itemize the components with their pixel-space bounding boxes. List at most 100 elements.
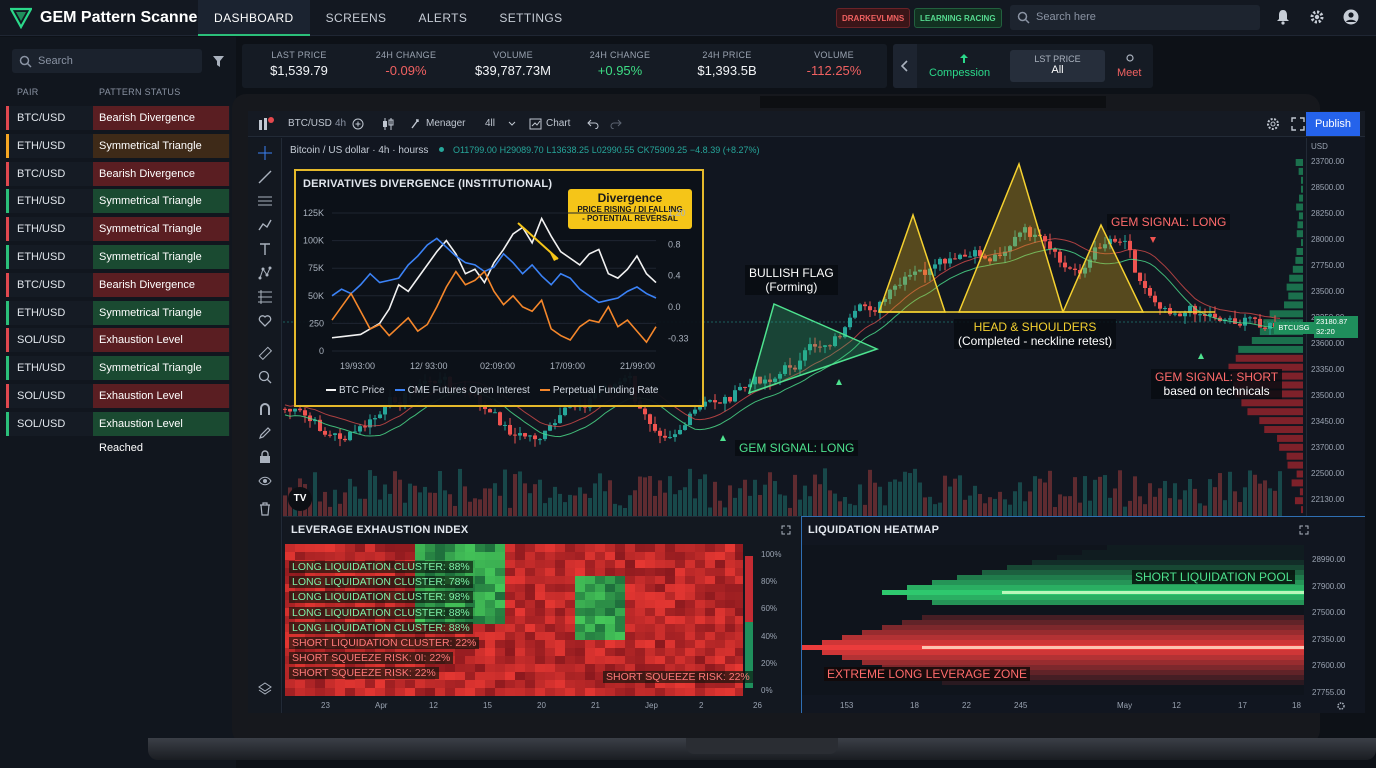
pattern-row[interactable]: SOL/USD Exhaustion Level Reached — [6, 384, 230, 408]
nav-settings[interactable]: SETTINGS — [483, 0, 578, 36]
volume-bar — [343, 492, 347, 516]
heat-cell — [595, 592, 605, 600]
heat-cell — [415, 544, 425, 552]
user-avatar-icon[interactable] — [1343, 9, 1359, 25]
last-price-toggle[interactable]: LST PRICE All — [1010, 50, 1105, 82]
text-icon[interactable] — [258, 242, 272, 256]
publish-button[interactable]: Publish — [1306, 112, 1360, 136]
pattern-status-badge: Bearish Divergence — [93, 106, 229, 130]
candle — [348, 432, 352, 440]
heat-cell — [515, 592, 525, 600]
heat-cell — [685, 592, 695, 600]
heat-cell — [625, 632, 635, 640]
redo-icon[interactable] — [610, 119, 622, 129]
collapse-button[interactable] — [893, 44, 917, 88]
compare-icon[interactable] — [352, 118, 364, 130]
pattern-row[interactable]: BTC/USD Bearish Divergence — [6, 162, 230, 186]
volume-bar — [728, 485, 732, 516]
manager-button[interactable]: Menager — [426, 118, 465, 129]
pattern-row[interactable]: BTC/USD Bearish Divergence — [6, 273, 230, 297]
crosshair-icon[interactable] — [258, 146, 272, 160]
zoom-icon[interactable] — [258, 370, 272, 384]
candle — [873, 310, 877, 312]
candle — [338, 433, 342, 439]
lock-icon[interactable] — [258, 450, 272, 464]
trendline-icon[interactable] — [258, 170, 272, 184]
heat-cell — [545, 624, 555, 632]
stat-cell: 24H CHANGE +0.95% — [565, 50, 675, 78]
candle — [1068, 267, 1072, 268]
pair-label: ETH/USD — [17, 195, 65, 207]
pattern-row[interactable]: ETH/USD Symmetrical Triangle — [6, 189, 230, 213]
heat-cell — [565, 600, 575, 608]
interval-label[interactable]: 4h — [335, 118, 346, 129]
heat-cell — [675, 640, 685, 648]
x-tick: 21/99:00 — [620, 361, 655, 371]
bell-icon[interactable] — [1276, 9, 1290, 25]
filter-icon[interactable] — [213, 56, 224, 67]
volume-profile-bar — [1279, 444, 1303, 451]
sidebar-search-input[interactable]: Search — [12, 49, 202, 73]
pattern-row[interactable]: ETH/USD Symmetrical Triangle — [6, 301, 230, 325]
heat-cell — [615, 576, 625, 584]
heart-icon[interactable] — [258, 314, 272, 328]
leverage-exhaustion-panel[interactable]: LEVERAGE EXHAUSTION INDEX 100% 80% 60% 40% 2… — [283, 516, 800, 713]
heat-cell — [685, 688, 695, 696]
status-badge-green[interactable]: LEARNING RACING — [914, 8, 1002, 28]
volume-bar — [368, 470, 372, 516]
brush-icon[interactable] — [258, 218, 272, 232]
symbol-label[interactable]: BTC/USD — [288, 118, 332, 129]
gear-icon[interactable] — [1309, 9, 1325, 25]
ruler-icon[interactable] — [258, 346, 272, 360]
liquidation-band — [1107, 545, 1304, 550]
fib-icon[interactable] — [258, 290, 272, 304]
pattern-row[interactable]: ETH/USD Symmetrical Triangle — [6, 245, 230, 269]
candle-type-icon[interactable] — [382, 117, 394, 131]
interval-dropdown[interactable]: 4ll — [485, 118, 495, 129]
nav-dashboard[interactable]: DASHBOARD — [198, 0, 310, 36]
pattern-row[interactable]: ETH/USD Symmetrical Triangle — [6, 356, 230, 380]
candle — [948, 258, 952, 263]
undo-icon[interactable] — [587, 119, 599, 129]
heat-cell — [345, 680, 355, 688]
pattern-row[interactable]: ETH/USD Symmetrical Triangle — [6, 217, 230, 241]
expand-icon[interactable] — [1299, 525, 1309, 535]
heat-cell — [525, 664, 535, 672]
liquidation-band — [982, 690, 1304, 695]
horizontal-lines-icon[interactable] — [258, 194, 272, 208]
heat-cell — [355, 552, 365, 560]
liquidation-heatmap-panel[interactable]: LIQUIDATION HEATMAP SHORT LIQUIDATION PO… — [801, 516, 1365, 713]
nav-screens[interactable]: SCREENS — [310, 0, 403, 36]
pattern-row[interactable]: BTC/USD Bearish Divergence — [6, 106, 230, 130]
x-axis-tick: 23 — [321, 701, 330, 710]
heat-cell — [395, 552, 405, 560]
fullscreen-icon[interactable] — [1291, 117, 1305, 131]
chart-button[interactable]: Chart — [546, 118, 570, 129]
x-axis-tick: 20 — [537, 701, 546, 710]
axis-settings-icon[interactable] — [1336, 701, 1346, 711]
heat-cell — [605, 592, 615, 600]
indicators-icon[interactable] — [258, 117, 274, 131]
pattern-row[interactable]: SOL/USD Exhaustion Level Reached — [6, 328, 230, 352]
trash-icon[interactable] — [258, 502, 272, 516]
expand-icon[interactable] — [781, 525, 791, 535]
settings-icon[interactable] — [1266, 117, 1280, 131]
eye-icon[interactable] — [258, 474, 272, 488]
heat-cell — [615, 568, 625, 576]
magnet-icon[interactable] — [258, 402, 272, 416]
derivatives-divergence-panel[interactable]: DERIVATIVES DIVERGENCE (INSTITUTIONAL) D… — [294, 169, 704, 407]
bull-flag-label: BULLISH FLAG — [749, 266, 834, 280]
liquidation-cluster-label: LONG LIQUIDATION CLUSTER: 88% — [289, 561, 473, 573]
search-input[interactable]: Search here — [1010, 5, 1260, 30]
app-logo[interactable]: GEM Pattern Scanner — [10, 7, 204, 29]
heat-cell — [645, 648, 655, 656]
heat-cell — [345, 544, 355, 552]
nav-alerts[interactable]: ALERTS — [402, 0, 483, 36]
pattern-row[interactable]: SOL/USD Exhaustion Level Reached — [6, 412, 230, 436]
pattern-icon[interactable] — [258, 266, 272, 280]
layers-icon[interactable] — [258, 682, 272, 696]
status-badge-red[interactable]: DRARKEVLMNS — [836, 8, 910, 28]
volume-bar — [703, 474, 707, 516]
pattern-row[interactable]: ETH/USD Symmetrical Triangle — [6, 134, 230, 158]
pencil-lock-icon[interactable] — [258, 426, 272, 440]
